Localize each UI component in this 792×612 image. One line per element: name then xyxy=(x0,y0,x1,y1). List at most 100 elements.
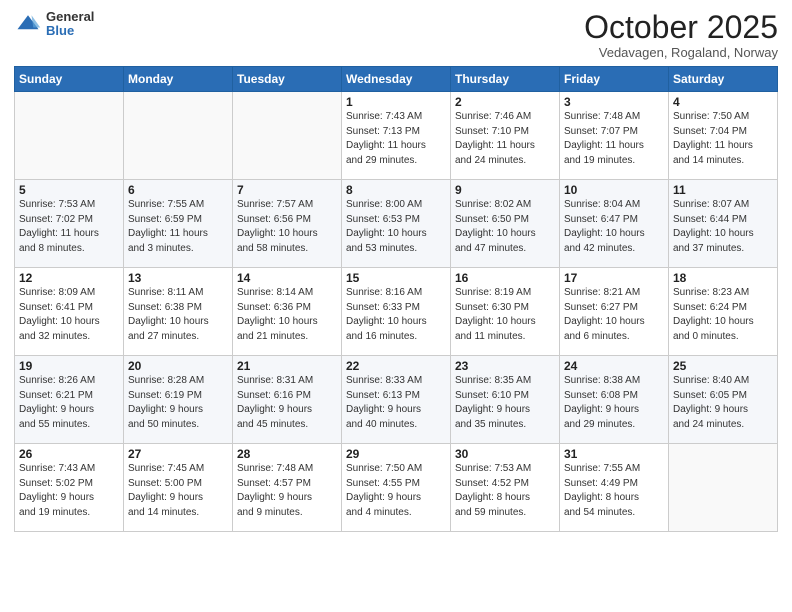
day-info: Sunrise: 7:53 AM Sunset: 4:52 PM Dayligh… xyxy=(455,462,555,520)
day-number: 22 xyxy=(346,359,446,373)
day-number: 25 xyxy=(673,359,773,373)
day-cell: 26Sunrise: 7:43 AM Sunset: 5:02 PM Dayli… xyxy=(15,444,124,532)
day-info: Sunrise: 8:38 AM Sunset: 6:08 PM Dayligh… xyxy=(564,374,664,432)
day-cell: 11Sunrise: 8:07 AM Sunset: 6:44 PM Dayli… xyxy=(669,180,778,268)
day-number: 1 xyxy=(346,95,446,109)
day-number: 23 xyxy=(455,359,555,373)
day-cell: 24Sunrise: 8:38 AM Sunset: 6:08 PM Dayli… xyxy=(560,356,669,444)
day-info: Sunrise: 8:14 AM Sunset: 6:36 PM Dayligh… xyxy=(237,286,337,344)
day-info: Sunrise: 8:33 AM Sunset: 6:13 PM Dayligh… xyxy=(346,374,446,432)
week-row-4: 19Sunrise: 8:26 AM Sunset: 6:21 PM Dayli… xyxy=(15,356,778,444)
day-info: Sunrise: 8:28 AM Sunset: 6:19 PM Dayligh… xyxy=(128,374,228,432)
day-cell: 1Sunrise: 7:43 AM Sunset: 7:13 PM Daylig… xyxy=(342,92,451,180)
col-header-monday: Monday xyxy=(124,67,233,92)
day-cell: 14Sunrise: 8:14 AM Sunset: 6:36 PM Dayli… xyxy=(233,268,342,356)
day-number: 21 xyxy=(237,359,337,373)
logo-general: General xyxy=(46,10,94,24)
day-cell: 31Sunrise: 7:55 AM Sunset: 4:49 PM Dayli… xyxy=(560,444,669,532)
day-number: 28 xyxy=(237,447,337,461)
day-cell: 5Sunrise: 7:53 AM Sunset: 7:02 PM Daylig… xyxy=(15,180,124,268)
day-number: 24 xyxy=(564,359,664,373)
day-number: 31 xyxy=(564,447,664,461)
calendar-page: General Blue October 2025 Vedavagen, Rog… xyxy=(0,0,792,612)
month-title: October 2025 xyxy=(584,10,778,45)
day-cell: 23Sunrise: 8:35 AM Sunset: 6:10 PM Dayli… xyxy=(451,356,560,444)
col-header-tuesday: Tuesday xyxy=(233,67,342,92)
day-info: Sunrise: 8:16 AM Sunset: 6:33 PM Dayligh… xyxy=(346,286,446,344)
calendar-header-row: SundayMondayTuesdayWednesdayThursdayFrid… xyxy=(15,67,778,92)
week-row-2: 5Sunrise: 7:53 AM Sunset: 7:02 PM Daylig… xyxy=(15,180,778,268)
day-info: Sunrise: 8:00 AM Sunset: 6:53 PM Dayligh… xyxy=(346,198,446,256)
logo: General Blue xyxy=(14,10,94,39)
day-info: Sunrise: 7:43 AM Sunset: 7:13 PM Dayligh… xyxy=(346,110,446,168)
day-info: Sunrise: 7:57 AM Sunset: 6:56 PM Dayligh… xyxy=(237,198,337,256)
day-cell xyxy=(233,92,342,180)
day-info: Sunrise: 8:04 AM Sunset: 6:47 PM Dayligh… xyxy=(564,198,664,256)
day-number: 14 xyxy=(237,271,337,285)
col-header-thursday: Thursday xyxy=(451,67,560,92)
day-cell: 13Sunrise: 8:11 AM Sunset: 6:38 PM Dayli… xyxy=(124,268,233,356)
day-cell: 18Sunrise: 8:23 AM Sunset: 6:24 PM Dayli… xyxy=(669,268,778,356)
logo-icon xyxy=(14,10,42,38)
day-number: 10 xyxy=(564,183,664,197)
day-number: 13 xyxy=(128,271,228,285)
day-number: 29 xyxy=(346,447,446,461)
day-info: Sunrise: 8:19 AM Sunset: 6:30 PM Dayligh… xyxy=(455,286,555,344)
day-info: Sunrise: 8:35 AM Sunset: 6:10 PM Dayligh… xyxy=(455,374,555,432)
day-number: 19 xyxy=(19,359,119,373)
day-cell: 17Sunrise: 8:21 AM Sunset: 6:27 PM Dayli… xyxy=(560,268,669,356)
col-header-wednesday: Wednesday xyxy=(342,67,451,92)
day-cell: 2Sunrise: 7:46 AM Sunset: 7:10 PM Daylig… xyxy=(451,92,560,180)
day-cell: 30Sunrise: 7:53 AM Sunset: 4:52 PM Dayli… xyxy=(451,444,560,532)
week-row-3: 12Sunrise: 8:09 AM Sunset: 6:41 PM Dayli… xyxy=(15,268,778,356)
day-cell xyxy=(124,92,233,180)
week-row-1: 1Sunrise: 7:43 AM Sunset: 7:13 PM Daylig… xyxy=(15,92,778,180)
day-cell: 9Sunrise: 8:02 AM Sunset: 6:50 PM Daylig… xyxy=(451,180,560,268)
day-cell: 25Sunrise: 8:40 AM Sunset: 6:05 PM Dayli… xyxy=(669,356,778,444)
week-row-5: 26Sunrise: 7:43 AM Sunset: 5:02 PM Dayli… xyxy=(15,444,778,532)
day-info: Sunrise: 8:11 AM Sunset: 6:38 PM Dayligh… xyxy=(128,286,228,344)
day-number: 27 xyxy=(128,447,228,461)
col-header-sunday: Sunday xyxy=(15,67,124,92)
day-info: Sunrise: 7:50 AM Sunset: 7:04 PM Dayligh… xyxy=(673,110,773,168)
day-cell: 4Sunrise: 7:50 AM Sunset: 7:04 PM Daylig… xyxy=(669,92,778,180)
day-info: Sunrise: 7:55 AM Sunset: 6:59 PM Dayligh… xyxy=(128,198,228,256)
day-info: Sunrise: 7:48 AM Sunset: 4:57 PM Dayligh… xyxy=(237,462,337,520)
day-cell: 3Sunrise: 7:48 AM Sunset: 7:07 PM Daylig… xyxy=(560,92,669,180)
day-number: 8 xyxy=(346,183,446,197)
col-header-saturday: Saturday xyxy=(669,67,778,92)
day-cell: 6Sunrise: 7:55 AM Sunset: 6:59 PM Daylig… xyxy=(124,180,233,268)
day-info: Sunrise: 8:26 AM Sunset: 6:21 PM Dayligh… xyxy=(19,374,119,432)
day-info: Sunrise: 8:02 AM Sunset: 6:50 PM Dayligh… xyxy=(455,198,555,256)
day-info: Sunrise: 7:45 AM Sunset: 5:00 PM Dayligh… xyxy=(128,462,228,520)
day-number: 15 xyxy=(346,271,446,285)
day-number: 30 xyxy=(455,447,555,461)
day-number: 11 xyxy=(673,183,773,197)
title-section: October 2025 Vedavagen, Rogaland, Norway xyxy=(584,10,778,60)
day-info: Sunrise: 8:09 AM Sunset: 6:41 PM Dayligh… xyxy=(19,286,119,344)
day-cell: 19Sunrise: 8:26 AM Sunset: 6:21 PM Dayli… xyxy=(15,356,124,444)
day-cell: 7Sunrise: 7:57 AM Sunset: 6:56 PM Daylig… xyxy=(233,180,342,268)
day-cell: 22Sunrise: 8:33 AM Sunset: 6:13 PM Dayli… xyxy=(342,356,451,444)
day-cell: 28Sunrise: 7:48 AM Sunset: 4:57 PM Dayli… xyxy=(233,444,342,532)
day-info: Sunrise: 8:40 AM Sunset: 6:05 PM Dayligh… xyxy=(673,374,773,432)
day-info: Sunrise: 7:46 AM Sunset: 7:10 PM Dayligh… xyxy=(455,110,555,168)
day-number: 18 xyxy=(673,271,773,285)
day-cell xyxy=(669,444,778,532)
day-number: 7 xyxy=(237,183,337,197)
day-number: 5 xyxy=(19,183,119,197)
day-number: 20 xyxy=(128,359,228,373)
day-cell: 15Sunrise: 8:16 AM Sunset: 6:33 PM Dayli… xyxy=(342,268,451,356)
day-number: 4 xyxy=(673,95,773,109)
logo-text: General Blue xyxy=(46,10,94,39)
day-info: Sunrise: 7:55 AM Sunset: 4:49 PM Dayligh… xyxy=(564,462,664,520)
calendar-table: SundayMondayTuesdayWednesdayThursdayFrid… xyxy=(14,66,778,532)
day-info: Sunrise: 8:21 AM Sunset: 6:27 PM Dayligh… xyxy=(564,286,664,344)
day-info: Sunrise: 8:23 AM Sunset: 6:24 PM Dayligh… xyxy=(673,286,773,344)
day-number: 6 xyxy=(128,183,228,197)
day-number: 2 xyxy=(455,95,555,109)
day-cell: 10Sunrise: 8:04 AM Sunset: 6:47 PM Dayli… xyxy=(560,180,669,268)
day-cell xyxy=(15,92,124,180)
day-cell: 8Sunrise: 8:00 AM Sunset: 6:53 PM Daylig… xyxy=(342,180,451,268)
location: Vedavagen, Rogaland, Norway xyxy=(584,45,778,60)
